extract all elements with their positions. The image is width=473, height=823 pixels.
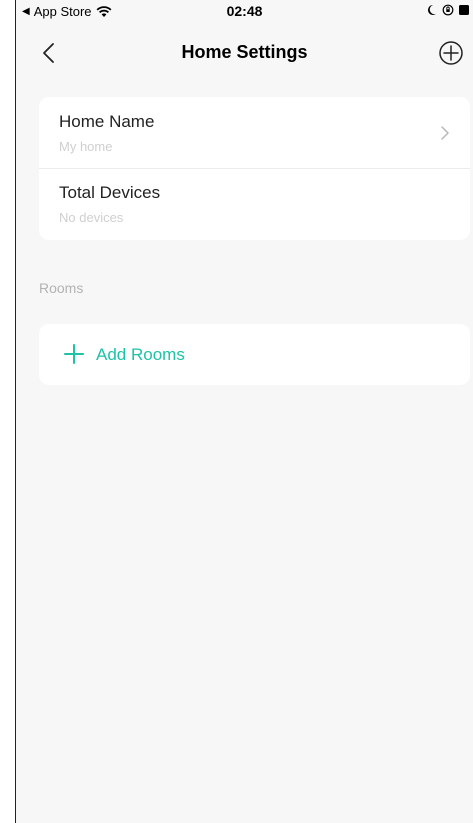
- status-bar: ◀ App Store 02:48: [16, 0, 473, 22]
- battery-icon: [459, 5, 469, 15]
- plus-icon: [64, 344, 84, 364]
- chevron-right-icon: [441, 126, 449, 140]
- navigation-bar: Home Settings: [16, 22, 473, 84]
- add-rooms-label: Add Rooms: [96, 345, 185, 364]
- home-name-value: My home: [59, 139, 113, 154]
- status-indicators: [426, 4, 469, 16]
- total-devices-label: Total Devices: [59, 183, 161, 202]
- add-button[interactable]: [437, 39, 465, 67]
- status-time: 02:48: [226, 3, 263, 19]
- orientation-lock-icon: [442, 4, 454, 16]
- total-devices-row: Total Devices No devices: [39, 168, 470, 239]
- page-title: Home Settings: [181, 42, 308, 62]
- add-rooms-button[interactable]: Add Rooms: [39, 324, 470, 385]
- app-screen: ◀ App Store 02:48 Home Settings Home Nam…: [15, 0, 473, 823]
- home-name-row[interactable]: Home Name My home: [39, 97, 470, 169]
- moon-icon: [428, 5, 436, 15]
- rooms-section-label: Rooms: [39, 280, 84, 296]
- home-info-card: Home Name My home Total Devices No devic…: [39, 97, 470, 240]
- home-name-label: Home Name: [59, 112, 155, 131]
- plus-circle-icon: [439, 41, 463, 65]
- total-devices-value: No devices: [59, 210, 124, 225]
